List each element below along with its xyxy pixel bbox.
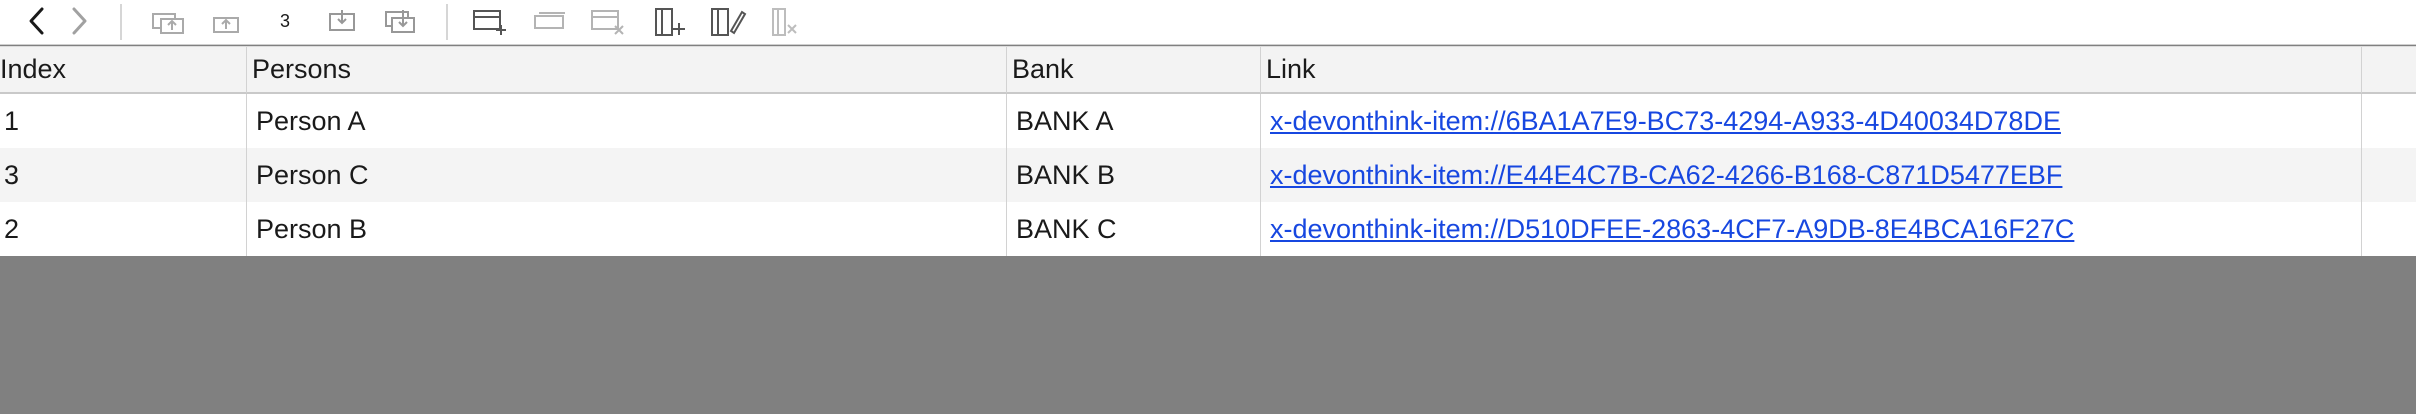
cell-bank: BANK B	[1016, 160, 1116, 190]
table-row[interactable]: 1 Person A BANK A x-devonthink-item://6B…	[0, 94, 2416, 148]
add-column-button[interactable]	[650, 4, 690, 38]
cell-index: 2	[4, 214, 20, 244]
move-up-button[interactable]	[148, 4, 188, 38]
move-down-button[interactable]	[322, 4, 362, 38]
cell-person: Person A	[256, 106, 366, 136]
column-divider	[246, 202, 247, 256]
column-header-index[interactable]: Index	[0, 47, 246, 93]
edit-column-icon	[711, 8, 747, 36]
edit-column-button[interactable]	[708, 4, 748, 38]
table-header: Index Persons Bank Link	[0, 46, 2416, 94]
toolbar: 3	[0, 0, 2416, 45]
move-down-icon	[329, 10, 355, 31]
chevron-right-icon	[72, 7, 87, 35]
move-up-alt-button[interactable]	[206, 4, 246, 38]
move-down-alt-icon	[385, 10, 415, 33]
cell-bank: BANK A	[1016, 106, 1114, 136]
column-divider	[1006, 94, 1007, 148]
add-row-button[interactable]	[470, 4, 510, 38]
cell-index: 3	[4, 160, 20, 190]
data-table: Index Persons Bank Link 1 Person A BANK …	[0, 46, 2416, 256]
cell-link[interactable]: x-devonthink-item://6BA1A7E9-BC73-4294-A…	[1270, 94, 2358, 148]
move-down-alt-button[interactable]	[380, 4, 420, 38]
table-row[interactable]: 3 Person C BANK B x-devonthink-item://E4…	[0, 148, 2416, 202]
cell-person: Person B	[256, 214, 368, 244]
column-divider	[1006, 202, 1007, 256]
toolbar-separator	[446, 4, 448, 40]
cell-bank: BANK C	[1016, 214, 1117, 244]
delete-row-button[interactable]	[588, 4, 628, 38]
column-divider	[2361, 148, 2362, 202]
column-divider	[246, 148, 247, 202]
column-divider	[246, 94, 247, 148]
delete-column-button[interactable]	[768, 4, 802, 38]
move-up-icon	[152, 13, 184, 34]
add-row-icon	[473, 10, 506, 35]
cell-link[interactable]: x-devonthink-item://E44E4C7B-CA62-4266-B…	[1270, 148, 2358, 202]
column-divider	[1006, 148, 1007, 202]
cell-index: 1	[4, 106, 20, 136]
column-divider[interactable]	[2361, 47, 2362, 93]
column-divider	[2361, 94, 2362, 148]
column-divider	[1260, 148, 1261, 202]
record-count: 3	[270, 4, 300, 38]
cell-link[interactable]: x-devonthink-item://D510DFEE-2863-4CF7-A…	[1270, 202, 2358, 256]
add-column-icon	[655, 8, 685, 36]
column-header-link[interactable]: Link	[1266, 47, 2356, 93]
column-divider[interactable]	[1006, 47, 1007, 93]
delete-column-icon	[772, 8, 797, 36]
move-up-alt-icon	[213, 17, 239, 33]
empty-table-area[interactable]	[0, 256, 2416, 414]
column-divider[interactable]	[1260, 47, 1261, 93]
column-divider[interactable]	[246, 47, 247, 93]
record-count-label: 3	[279, 10, 290, 31]
chevron-left-icon	[29, 7, 44, 35]
delete-row-icon	[591, 10, 624, 35]
column-header-persons[interactable]: Persons	[252, 47, 1005, 93]
forward-button[interactable]	[64, 4, 94, 38]
table-row[interactable]: 2 Person B BANK C x-devonthink-item://D5…	[0, 202, 2416, 256]
back-button[interactable]	[22, 4, 52, 38]
cell-person: Person C	[256, 160, 369, 190]
duplicate-row-icon	[534, 12, 565, 29]
column-divider	[1260, 94, 1261, 148]
column-divider	[1260, 202, 1261, 256]
column-divider	[2361, 202, 2362, 256]
duplicate-row-button[interactable]	[530, 4, 570, 38]
toolbar-separator	[120, 4, 122, 40]
column-header-bank[interactable]: Bank	[1012, 47, 1262, 93]
